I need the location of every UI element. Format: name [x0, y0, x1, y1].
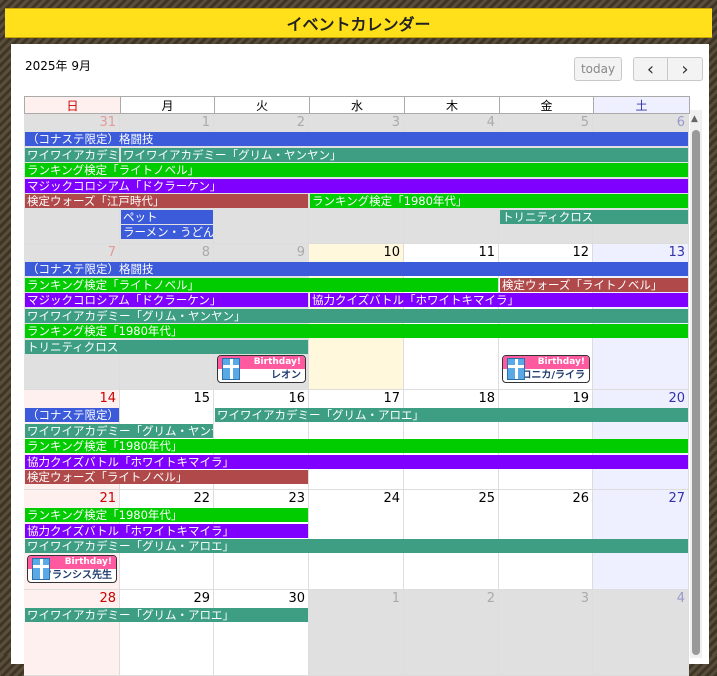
day-number[interactable]: 27: [668, 491, 685, 506]
day-number[interactable]: 4: [677, 591, 685, 606]
day-cell[interactable]: 30: [214, 590, 309, 676]
day-number[interactable]: 24: [383, 491, 400, 506]
gift-icon: [222, 358, 240, 380]
calendar-event[interactable]: ランキング検定「ライトノベル」: [25, 277, 498, 292]
next-month-button[interactable]: ›: [667, 57, 703, 81]
today-button[interactable]: today: [574, 57, 622, 81]
calendar-event[interactable]: （コナステ限定）格闘技: [25, 132, 688, 146]
calendar-event[interactable]: ランキング検定「1980年代」: [25, 508, 308, 522]
day-number[interactable]: 3: [581, 591, 589, 606]
day-number[interactable]: 2: [487, 591, 495, 606]
calendar-event[interactable]: ワイワイアカデミー「グリム・アロエ」: [215, 408, 688, 422]
calendar-event[interactable]: 検定ウォーズ「ライトノベル」: [500, 277, 688, 292]
birthday-banner[interactable]: Birthday! フランシス先生: [27, 554, 117, 583]
day-cell[interactable]: 2: [404, 590, 499, 676]
calendar-event[interactable]: 検定ウォーズ「ライトノベル」: [25, 470, 308, 484]
day-number[interactable]: 31: [99, 115, 116, 130]
day-number[interactable]: 17: [383, 391, 400, 406]
day-number[interactable]: 19: [572, 391, 589, 406]
calendar-event[interactable]: ペット: [121, 209, 213, 224]
day-number[interactable]: 13: [668, 245, 685, 260]
day-number[interactable]: 28: [99, 591, 116, 606]
month-title: 2025年 9月: [25, 59, 91, 73]
day-number[interactable]: 4: [487, 115, 495, 130]
calendar-event[interactable]: ランキング検定「1980年代」: [25, 324, 688, 338]
day-number[interactable]: 8: [202, 245, 210, 260]
calendar-event[interactable]: （コナステ限定）格闘技: [25, 262, 688, 276]
calendar-panel: 2025年 9月 today ‹ › 日月火水木金土 31 1 2 3 4 5 6 7 8 9 10 1…: [11, 44, 709, 676]
day-number[interactable]: 1: [202, 115, 210, 130]
page-title: イベントカレンダー: [5, 8, 712, 38]
weekday-header-0: 日: [24, 96, 121, 114]
weekday-header-6: 土: [593, 96, 690, 114]
calendar-event[interactable]: ワイワイアカデミー「グリム・ヤンヤン」: [25, 308, 688, 323]
scrollbar[interactable]: ▲: [690, 110, 702, 658]
calendar-event[interactable]: 協力クイズバトル「ホワイトキマイラ」: [25, 523, 308, 538]
calendar-grid: 日月火水木金土 31 1 2 3 4 5 6 7 8 9 10 11 12 13 14 15 16 17 18 19 20…: [24, 96, 690, 676]
day-number[interactable]: 3: [392, 115, 400, 130]
day-number[interactable]: 21: [99, 491, 116, 506]
calendar-event[interactable]: ラーメン・うどん: [121, 225, 213, 239]
day-number[interactable]: 15: [193, 391, 210, 406]
day-cell[interactable]: 1: [309, 590, 404, 676]
day-number[interactable]: 26: [572, 491, 589, 506]
day-number[interactable]: 5: [581, 115, 589, 130]
day-cell[interactable]: 3: [499, 590, 593, 676]
weekday-header-3: 水: [309, 96, 405, 114]
day-number[interactable]: 29: [193, 591, 210, 606]
scrollbar-thumb[interactable]: [692, 130, 700, 655]
day-number[interactable]: 25: [478, 491, 495, 506]
scroll-up-icon[interactable]: ▲: [691, 114, 698, 124]
gift-icon: [507, 358, 525, 380]
day-cell[interactable]: 28: [24, 590, 120, 676]
day-number[interactable]: 16: [288, 391, 305, 406]
day-number[interactable]: 20: [668, 391, 685, 406]
day-cell[interactable]: 29: [120, 590, 214, 676]
day-number[interactable]: 10: [383, 245, 400, 260]
calendar-event[interactable]: トリニティクロス: [500, 209, 688, 224]
calendar-event[interactable]: 検定ウォーズ「江戸時代」: [25, 194, 308, 208]
calendar-event[interactable]: ワイワイアカデミー「グリム・ヤンヤン」: [25, 423, 213, 438]
day-number[interactable]: 22: [193, 491, 210, 506]
prev-month-button[interactable]: ‹: [633, 57, 668, 81]
day-number[interactable]: 1: [392, 591, 400, 606]
chevron-right-icon: ›: [681, 58, 689, 80]
calendar-event[interactable]: 協力クイズバトル「ホワイトキマイラ」: [25, 454, 688, 469]
weekday-header-2: 火: [214, 96, 310, 114]
day-number[interactable]: 23: [288, 491, 305, 506]
calendar-event[interactable]: マジックコロシアム「ドクラーケン」: [25, 178, 688, 193]
calendar-event[interactable]: ワイワイアカデミー「グリム・アロエ」: [25, 608, 308, 622]
day-cell[interactable]: 4: [593, 590, 689, 676]
calendar-event[interactable]: ランキング検定「ライトノベル」: [25, 163, 688, 177]
calendar-event[interactable]: 協力クイズバトル「ホワイトキマイラ」: [310, 293, 688, 307]
calendar-event[interactable]: ワイワイアカデミー「グリム・アロエ」: [25, 539, 688, 553]
day-number[interactable]: 11: [478, 245, 495, 260]
day-number[interactable]: 30: [288, 591, 305, 606]
birthday-banner[interactable]: Birthday! レオン: [217, 355, 306, 383]
day-number[interactable]: 6: [677, 115, 685, 130]
weekday-header-4: 木: [404, 96, 500, 114]
birthday-banner[interactable]: Birthday! クロニカ/ライラ: [502, 355, 590, 383]
day-number[interactable]: 12: [572, 245, 589, 260]
weekday-header-1: 月: [120, 96, 215, 114]
day-number[interactable]: 2: [297, 115, 305, 130]
day-number[interactable]: 9: [297, 245, 305, 260]
calendar-event[interactable]: ワイワイアカデミー「グリム・ヤンヤン」: [25, 147, 119, 162]
calendar-event[interactable]: ランキング検定「1980年代」: [25, 439, 688, 453]
day-number[interactable]: 18: [478, 391, 495, 406]
chevron-left-icon: ‹: [646, 58, 655, 80]
calendar-event[interactable]: ワイワイアカデミー「グリム・ヤンヤン」: [121, 147, 688, 162]
calendar-event[interactable]: マジックコロシアム「ドクラーケン」: [25, 293, 308, 307]
gift-icon: [32, 557, 50, 580]
calendar-event[interactable]: （コナステ限定）格闘技: [25, 408, 119, 422]
day-number[interactable]: 14: [99, 391, 116, 406]
calendar-event[interactable]: トリニティクロス: [25, 339, 308, 354]
day-number[interactable]: 7: [108, 245, 116, 260]
weekday-header-5: 金: [499, 96, 594, 114]
calendar-event[interactable]: ランキング検定「1980年代」: [310, 194, 688, 208]
